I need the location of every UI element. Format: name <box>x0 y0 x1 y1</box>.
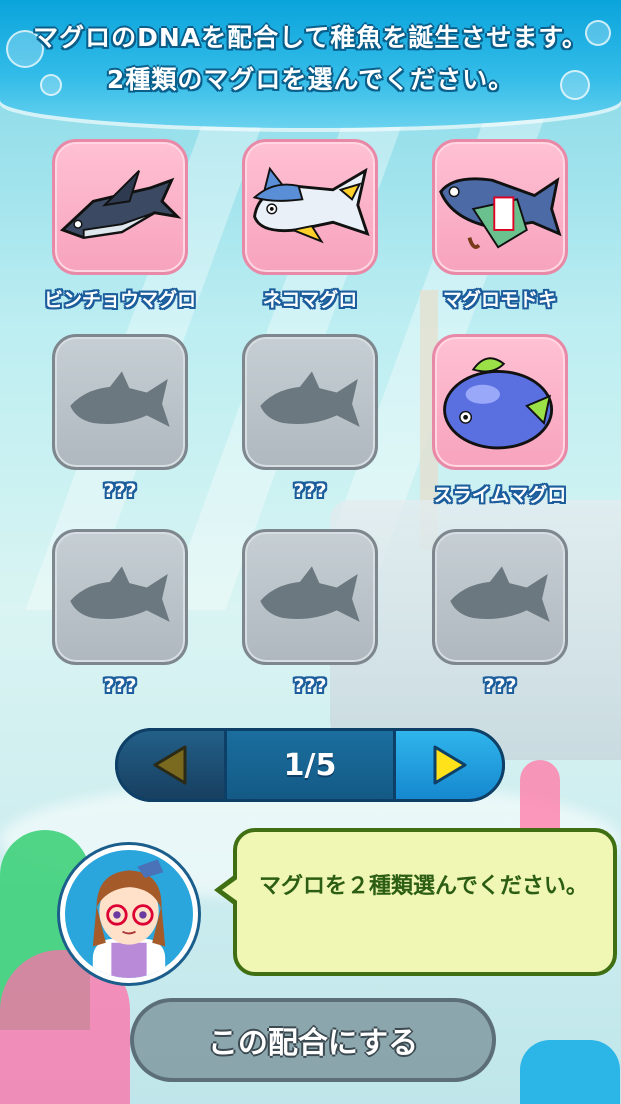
instruction-line-2: 2種類のマグロを選んでください。 <box>106 65 515 94</box>
guide-avatar <box>60 845 198 983</box>
tuna-card-modoki[interactable]: マグロモドキ <box>432 139 621 325</box>
tuna-card-slime[interactable]: スライムマグロ <box>432 334 621 520</box>
page-indicator: 1/5 <box>283 747 337 783</box>
speech-tail-fill <box>222 877 240 903</box>
tuna-name: マグロモドキ <box>442 289 557 311</box>
tuna-name: ??? <box>103 675 137 697</box>
tuna-tile[interactable] <box>242 334 378 470</box>
tuna-tile[interactable] <box>432 529 568 665</box>
tuna-name: ??? <box>293 675 327 697</box>
cat-tuna-icon <box>252 166 370 244</box>
tuna-tile[interactable] <box>432 139 568 275</box>
fake-tuna-icon <box>439 177 562 249</box>
speech-bubble: マグロを２種類選んでください。 <box>233 828 617 976</box>
instruction-line-1: マグロのDNAを配合して稚魚を誕生させます。 <box>33 23 588 52</box>
arrow-left-icon <box>153 745 187 785</box>
tuna-silhouette-icon <box>70 371 170 427</box>
prev-page-button[interactable] <box>115 728 227 802</box>
scientist-girl-icon <box>92 859 166 978</box>
instruction-header: マグロのDNAを配合して稚魚を誕生させます。 2種類のマグロを選んでください。 <box>0 0 621 128</box>
confirm-mix-button[interactable]: この配合にする <box>130 998 496 1082</box>
slime-tuna-icon <box>443 357 554 450</box>
tuna-silhouette-icon <box>260 566 360 622</box>
tuna-name: ビンチョウマグロ <box>43 289 196 311</box>
albacore-tuna-icon <box>59 170 182 240</box>
tuna-tile[interactable] <box>432 334 568 470</box>
tuna-name: ??? <box>293 480 327 502</box>
tuna-name: ??? <box>103 480 137 502</box>
next-page-button[interactable] <box>393 728 505 802</box>
tuna-card-locked[interactable]: ??? <box>432 529 621 715</box>
tuna-tile[interactable] <box>242 529 378 665</box>
blue-coral <box>520 1040 620 1104</box>
tuna-tile[interactable] <box>52 529 188 665</box>
guide-message: マグロを２種類選んでください。 <box>259 874 588 899</box>
tuna-silhouette-icon <box>260 371 360 427</box>
tuna-name: ??? <box>483 675 517 697</box>
page-navigator: 1/5 <box>115 728 505 802</box>
tuna-name: ネコマグロ <box>262 289 358 311</box>
tuna-tile[interactable] <box>52 139 188 275</box>
tuna-name: スライムマグロ <box>433 484 567 506</box>
tuna-silhouette-icon <box>70 566 170 622</box>
tuna-tile[interactable] <box>242 139 378 275</box>
arrow-right-icon <box>433 745 467 785</box>
tuna-silhouette-icon <box>450 566 550 622</box>
tuna-tile[interactable] <box>52 334 188 470</box>
